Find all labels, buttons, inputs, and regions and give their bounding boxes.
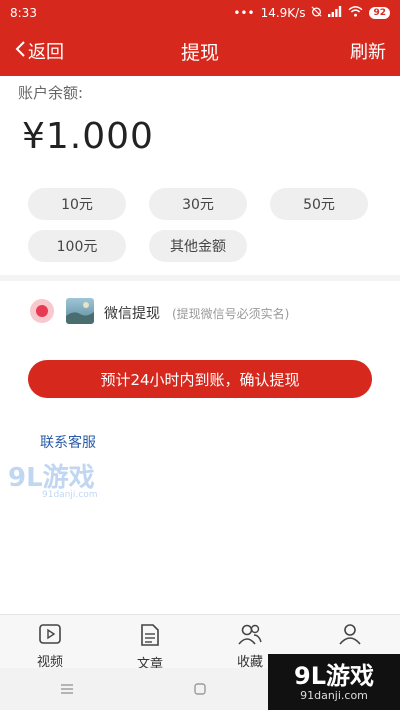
back-label: 返回 bbox=[28, 42, 64, 63]
home-icon[interactable] bbox=[185, 682, 215, 696]
nav-bar: 返回 提现 刷新 bbox=[0, 26, 400, 76]
corner-watermark-site: 91danji.com bbox=[300, 688, 368, 702]
amount-option-other[interactable]: 其他金额 bbox=[149, 230, 247, 262]
corner-watermark-logo: 9L游戏 bbox=[294, 661, 374, 690]
section-divider bbox=[0, 275, 400, 281]
battery-indicator: 92 bbox=[369, 7, 390, 19]
wechat-avatar-icon bbox=[66, 298, 94, 324]
network-speed: 14.9K/s bbox=[260, 6, 306, 20]
tab-video[interactable]: 视频 bbox=[0, 615, 100, 670]
confirm-withdraw-button[interactable]: 预计24小时内到账，确认提现 bbox=[28, 360, 372, 398]
video-icon bbox=[38, 623, 62, 649]
watermark-logo: 9L游戏 bbox=[8, 463, 95, 493]
amount-option-50[interactable]: 50元 bbox=[270, 188, 368, 220]
back-button[interactable]: 返回 bbox=[14, 38, 104, 64]
alarm-icon bbox=[311, 6, 322, 20]
amount-option-30[interactable]: 30元 bbox=[149, 188, 247, 220]
tab-article[interactable]: 文章 bbox=[100, 615, 200, 672]
wechat-radio[interactable] bbox=[30, 299, 54, 323]
wifi-icon bbox=[348, 6, 363, 20]
article-icon bbox=[139, 623, 161, 651]
menu-icon[interactable] bbox=[52, 683, 82, 695]
corner-watermark: 9L游戏 91danji.com bbox=[268, 654, 400, 710]
radio-selected-dot bbox=[36, 305, 48, 317]
profile-icon bbox=[338, 623, 362, 649]
page-title: 提现 bbox=[180, 41, 219, 64]
chevron-left-icon bbox=[14, 40, 26, 63]
status-time: 8:33 bbox=[10, 6, 37, 20]
balance-label: 账户余额: bbox=[18, 84, 84, 102]
amount-option-10[interactable]: 10元 bbox=[28, 188, 126, 220]
refresh-button[interactable]: 刷新 bbox=[296, 38, 386, 64]
status-bar: 8:33 ••• 14.9K/s 92 bbox=[0, 0, 400, 26]
amount-option-100[interactable]: 100元 bbox=[28, 230, 126, 262]
notification-dots: ••• bbox=[233, 6, 255, 20]
wechat-withdraw-note: (提现微信号必须实名) bbox=[172, 307, 290, 321]
contact-service-link[interactable]: 联系客服 bbox=[40, 432, 96, 452]
watermark-site: 91danji.com bbox=[42, 490, 97, 500]
status-right: ••• 14.9K/s 92 bbox=[233, 6, 390, 20]
signal-icon bbox=[328, 6, 342, 20]
wechat-withdraw-label: 微信提现 bbox=[104, 306, 160, 322]
site-watermark: 9L游戏 91danji.com bbox=[6, 460, 106, 504]
favorites-icon bbox=[237, 623, 263, 649]
balance-value: ¥1.000 bbox=[22, 116, 154, 157]
